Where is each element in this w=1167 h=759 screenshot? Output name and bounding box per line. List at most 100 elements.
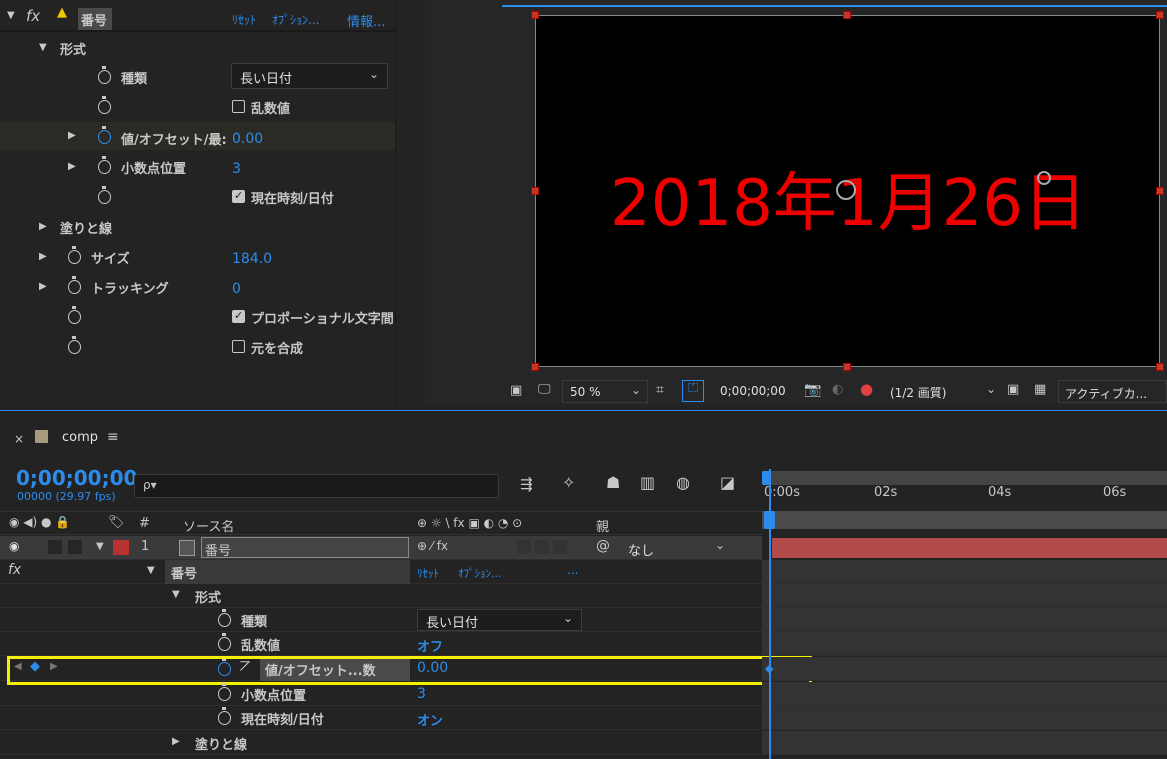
draft-3d-icon[interactable]: ✧ — [562, 473, 575, 492]
stopwatch-icon[interactable] — [218, 707, 231, 725]
playhead-handle[interactable] — [764, 511, 775, 529]
stopwatch-icon[interactable] — [68, 246, 81, 264]
property-row[interactable]: 小数点位置 3 — [0, 682, 762, 706]
fast-preview-icon[interactable]: ▣ — [1007, 382, 1019, 397]
layer-row[interactable]: ◉ ▼ 1 番号 ⊕ ⁄ fx @ なし ⌄ — [0, 536, 762, 560]
comp-mini-flowchart-icon[interactable]: ⇶ — [520, 475, 533, 493]
region-of-interest-icon[interactable]: ⌗ — [656, 382, 664, 398]
composite-checkbox[interactable] — [232, 340, 245, 353]
property-row[interactable]: 乱数値 オフ — [0, 632, 762, 656]
proportional-checkbox[interactable] — [232, 309, 245, 323]
size-value[interactable]: 184.0 — [232, 251, 272, 267]
anchor-point-icon[interactable] — [836, 180, 856, 200]
expand-triangle-icon[interactable]: ▶ — [39, 251, 47, 262]
random-value[interactable]: オフ — [417, 636, 443, 655]
stopwatch-icon[interactable] — [68, 276, 81, 294]
label-color-swatch[interactable] — [113, 540, 129, 555]
about-link[interactable]: 情報... — [347, 11, 385, 30]
motion-blur-icon[interactable]: ◍ — [676, 473, 690, 492]
stopwatch-icon[interactable] — [98, 66, 111, 84]
pick-whip-icon[interactable]: @ — [596, 538, 610, 554]
stopwatch-icon[interactable] — [218, 609, 231, 627]
fx-icon[interactable]: fx — [26, 7, 40, 25]
bounding-handle[interactable] — [843, 11, 851, 19]
bounding-handle[interactable] — [843, 363, 851, 371]
lock-toggle[interactable] — [68, 540, 82, 554]
switch-toggle[interactable] — [535, 540, 549, 554]
current-time-checkbox[interactable] — [232, 189, 245, 203]
always-preview-icon[interactable]: ▣ — [510, 383, 522, 398]
random-checkbox[interactable] — [232, 100, 245, 113]
work-area-bar[interactable] — [762, 471, 1167, 485]
bounding-handle[interactable] — [1156, 363, 1164, 371]
stopwatch-icon[interactable] — [98, 96, 111, 114]
mask-visibility-icon[interactable]: ⏍ — [682, 380, 704, 402]
reset-link[interactable]: ﾘｾｯﾄ — [417, 565, 439, 581]
keyframe-icon[interactable]: ◆ — [765, 662, 773, 675]
close-tab-icon[interactable]: × — [14, 432, 24, 446]
bounding-handle[interactable] — [1156, 11, 1164, 19]
stopwatch-icon[interactable] — [98, 156, 111, 174]
layer-name-field[interactable]: 番号 — [201, 537, 409, 559]
value-offset-value[interactable]: 0.00 — [232, 131, 263, 147]
layer-search-input[interactable]: ρ▾ — [134, 474, 499, 498]
expand-triangle-icon[interactable]: ▶ — [68, 161, 76, 172]
switch-toggle[interactable] — [553, 540, 567, 554]
channel-icon[interactable]: ● — [860, 380, 873, 398]
property-row[interactable]: 現在時刻/日付 オン — [0, 706, 762, 730]
fx-icon[interactable]: fx — [8, 562, 21, 578]
reset-link[interactable]: ﾘｾｯﾄ — [232, 11, 256, 28]
bounding-handle[interactable] — [531, 187, 539, 195]
stopwatch-icon[interactable] — [68, 306, 81, 324]
decimal-value[interactable]: 3 — [232, 161, 241, 177]
position-point-icon[interactable] — [1037, 171, 1051, 185]
layer-expand-icon[interactable]: ▼ — [96, 541, 104, 552]
resolution-dropdown[interactable]: (1/2 画質) ⌄ — [886, 380, 1000, 403]
bounding-handle[interactable] — [531, 363, 539, 371]
camera-dropdown[interactable]: アクティブカ... — [1058, 380, 1167, 403]
collapse-triangle-icon[interactable]: ▼ — [7, 10, 15, 21]
effect-row[interactable]: fx ▼ 番号 ﾘｾｯﾄ ｵﾌﾟｼｮﾝ... ... — [0, 560, 762, 584]
options-link[interactable]: ｵﾌﾟｼｮﾝ... — [272, 11, 319, 28]
current-time-display[interactable]: 0;00;00;00 — [16, 466, 137, 490]
layer-duration-bar[interactable] — [772, 538, 1167, 558]
tab-menu-icon[interactable]: ≡ — [107, 429, 119, 445]
tracking-value[interactable]: 0 — [232, 281, 241, 297]
property-row[interactable]: ▶ 塗りと線 — [0, 731, 762, 755]
comp-tab-label[interactable]: comp — [62, 430, 98, 445]
bounding-handle[interactable] — [1156, 187, 1164, 195]
options-link[interactable]: ｵﾌﾟｼｮﾝ... — [458, 565, 502, 581]
viewer-timecode[interactable]: 0;00;00;00 — [720, 384, 786, 398]
bounding-handle[interactable] — [531, 11, 539, 19]
shy-layers-icon[interactable]: ☗ — [606, 473, 620, 492]
transparency-grid-icon[interactable]: ▦ — [1034, 382, 1046, 397]
stopwatch-active-icon[interactable] — [98, 126, 111, 144]
stopwatch-icon[interactable] — [218, 683, 231, 701]
source-name-column[interactable]: ソース名 — [183, 516, 234, 535]
layer-switches-icon[interactable]: ⊕ ⁄ fx — [417, 539, 448, 553]
solo-toggle[interactable] — [48, 540, 62, 554]
expand-triangle-icon[interactable]: ▶ — [68, 130, 76, 141]
time-navigator[interactable] — [762, 511, 1167, 529]
parent-dropdown[interactable]: なし ⌄ — [618, 537, 733, 559]
eye-icon[interactable]: ◉ — [9, 539, 19, 553]
property-row[interactable]: ▼ 形式 — [0, 584, 762, 608]
zoom-dropdown[interactable]: 50 % ⌄ — [562, 380, 648, 403]
stopwatch-icon[interactable] — [98, 186, 111, 204]
expand-triangle-icon[interactable]: ▶ — [39, 281, 47, 292]
expand-triangle-icon[interactable]: ▶ — [39, 221, 47, 232]
current-time-value[interactable]: オン — [417, 710, 443, 729]
stopwatch-icon[interactable] — [68, 336, 81, 354]
type-dropdown[interactable]: 長い日付 ⌄ — [231, 63, 388, 89]
property-row[interactable]: 種類 長い日付 ⌄ — [0, 608, 762, 632]
format-toggle-icon[interactable]: ▼ — [39, 42, 47, 53]
expand-triangle-icon[interactable]: ▶ — [172, 736, 180, 747]
collapse-triangle-icon[interactable]: ▼ — [172, 589, 180, 600]
collapse-triangle-icon[interactable]: ▼ — [147, 565, 155, 576]
snapshot-icon[interactable]: 📷 — [804, 382, 821, 398]
type-dropdown[interactable]: 長い日付 ⌄ — [417, 609, 582, 631]
stopwatch-icon[interactable] — [218, 633, 231, 651]
graph-editor-icon[interactable]: ◪ — [720, 473, 735, 492]
decimal-value[interactable]: 3 — [417, 686, 426, 702]
show-snapshot-icon[interactable]: ◐ — [832, 382, 843, 397]
